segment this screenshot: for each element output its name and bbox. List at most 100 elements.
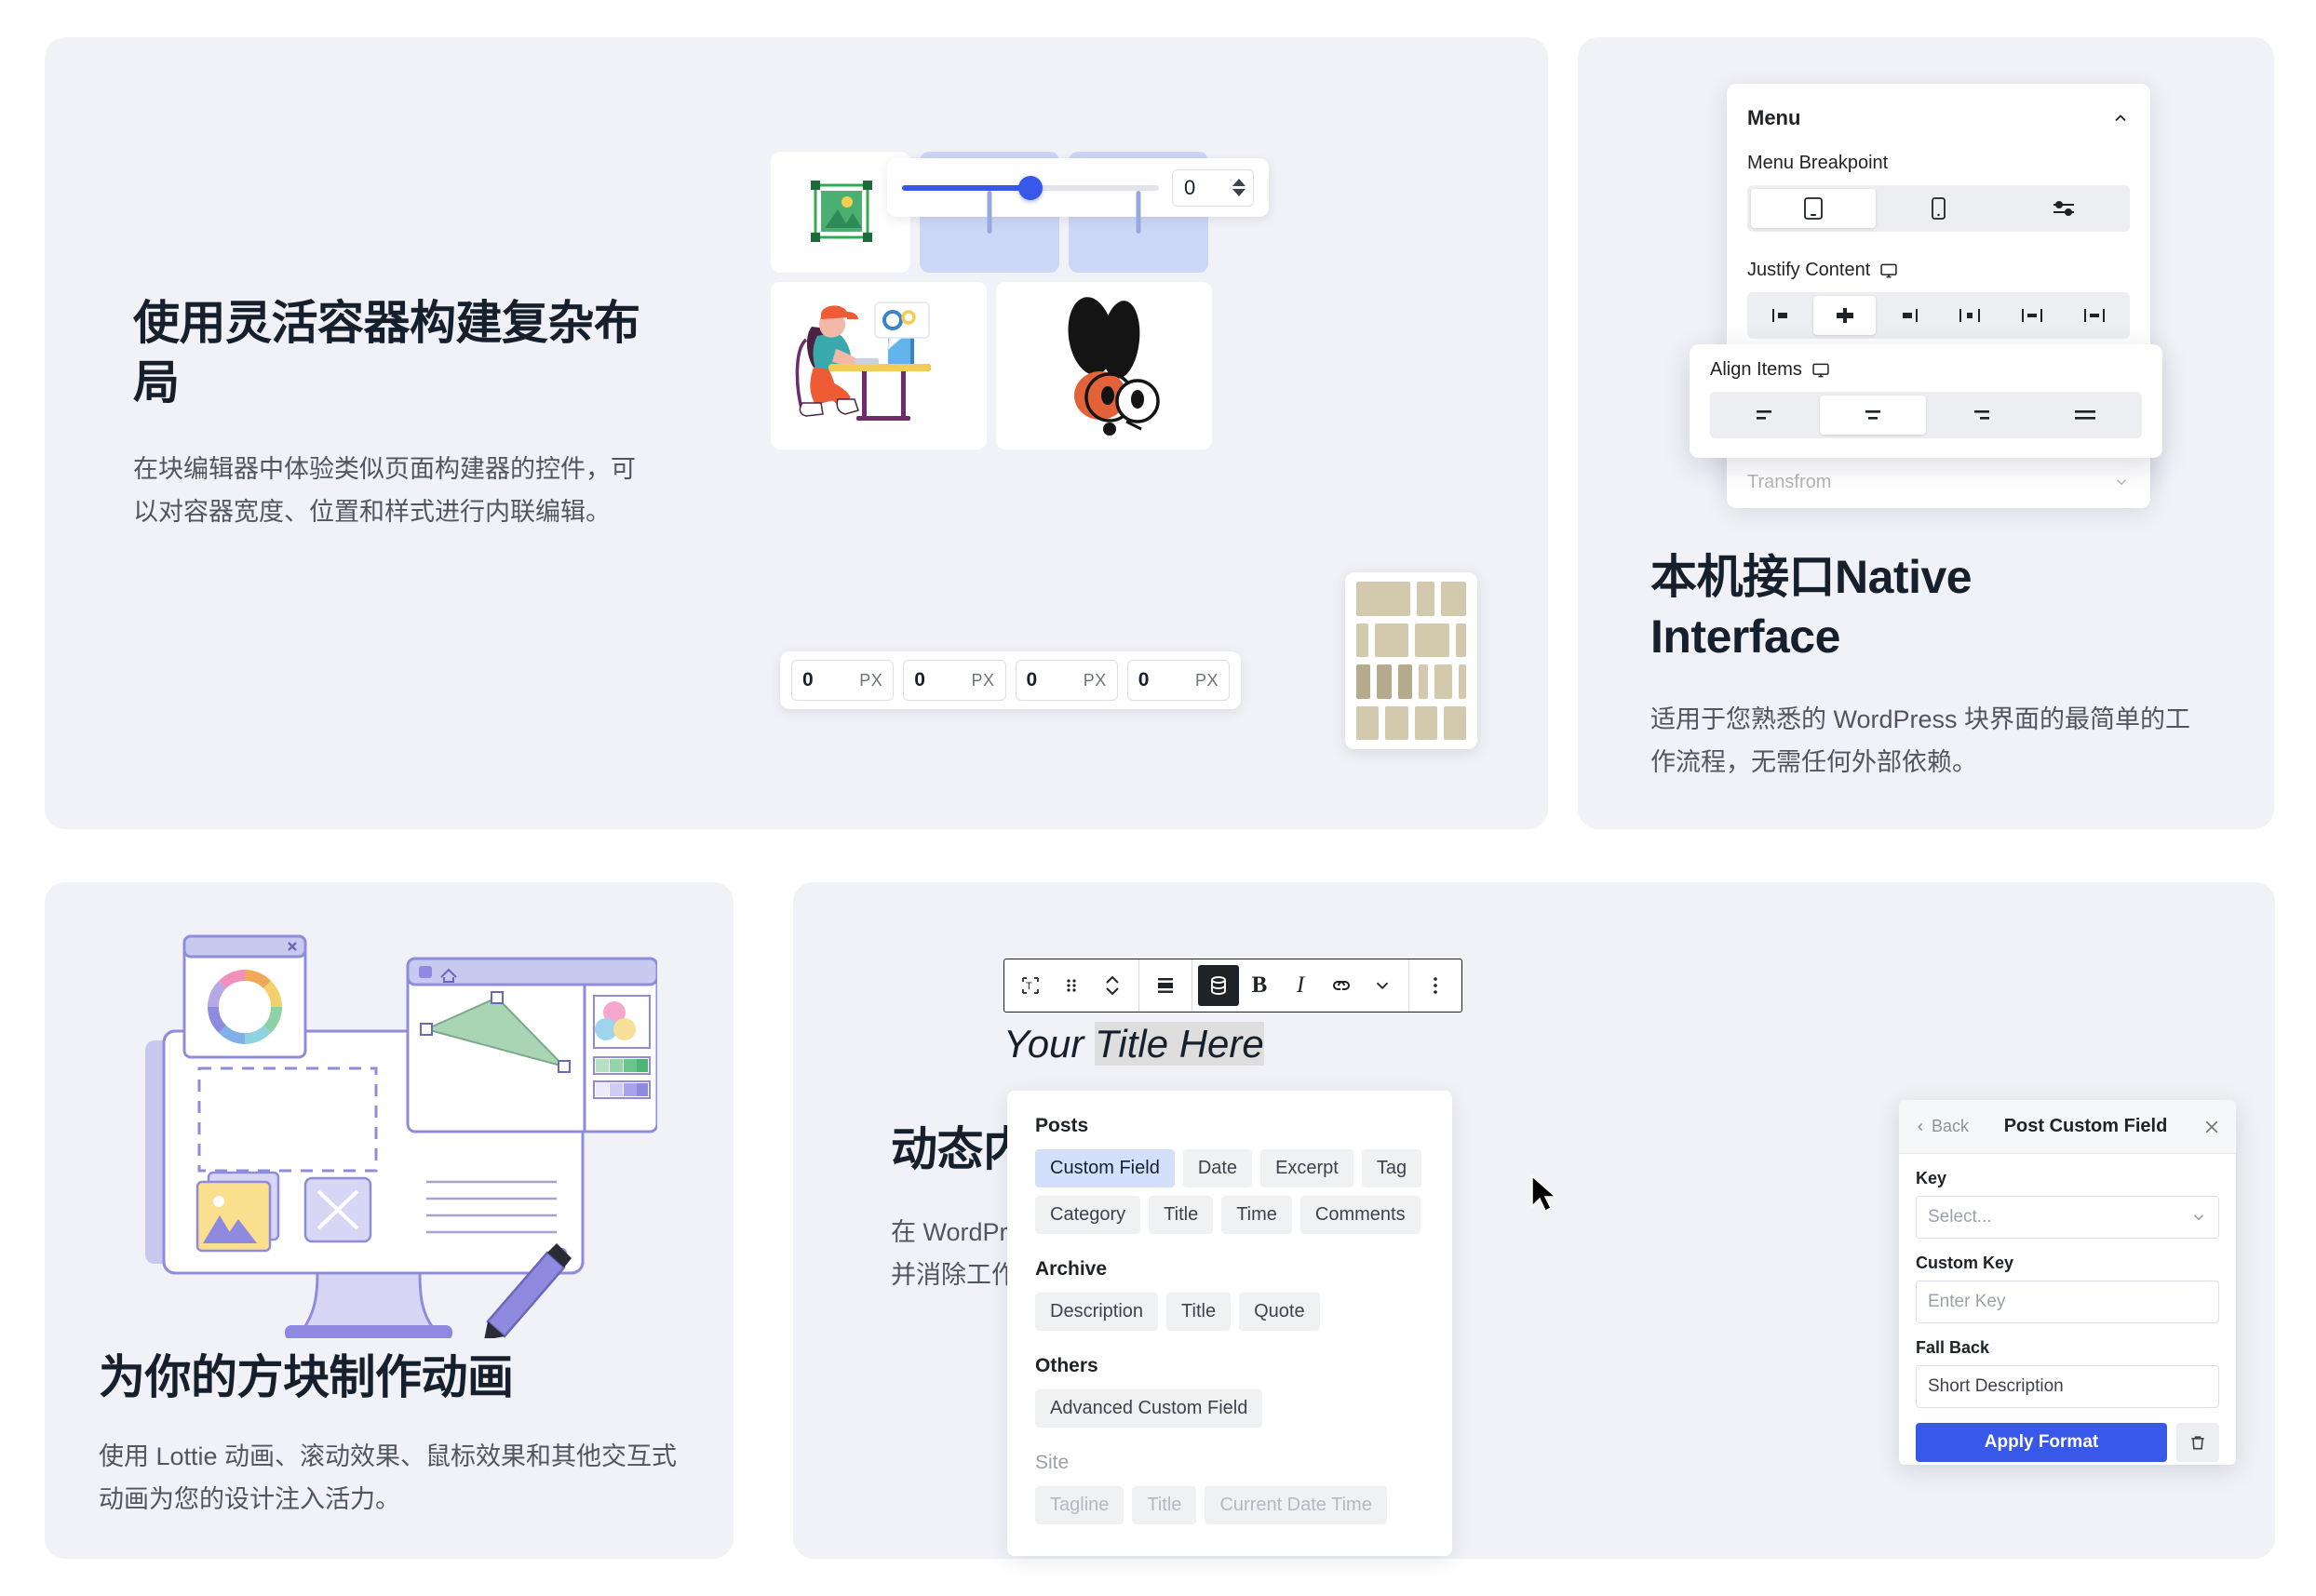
native-title-line-1: 本机接口Native [1650,551,1973,603]
stepper-down-icon[interactable] [1232,189,1246,196]
chip-advanced-custom-field[interactable]: Advanced Custom Field [1035,1389,1263,1428]
chip-row-others: Advanced Custom Field [1035,1389,1424,1428]
justify-content-text: Justify Content [1747,260,1871,280]
link-icon[interactable] [1321,965,1362,1006]
feature-grid-page: 使用灵活容器构建复杂布局 在块编辑器中体验类似页面构建器的控件，可以对容器宽度、… [0,0,2316,1596]
spacing-input-right[interactable]: 0 PX [903,660,1006,701]
chip-time[interactable]: Time [1221,1196,1292,1234]
spacing-input-top[interactable]: 0 PX [791,660,895,701]
spacing-input-bottom[interactable]: 0 PX [1015,660,1118,701]
chip-quote[interactable]: Quote [1239,1293,1320,1331]
panel-title: Post Custom Field [2003,1116,2168,1136]
spacing-inputs-row: 0 PX 0 PX 0 PX 0 PX [780,651,1241,709]
align-option-end[interactable] [1926,396,2032,435]
breakpoint-option-mobile[interactable] [1876,189,2000,228]
grid-cell [1414,705,1437,740]
transform-row[interactable]: Transfrom [1727,456,2150,508]
align-items-text: Align Items [1710,359,1802,380]
justify-option-start[interactable] [1751,296,1813,335]
post-custom-field-header: Back Post Custom Field [1899,1100,2236,1154]
database-glyph [1211,976,1226,995]
grid-cell [1356,582,1410,616]
close-icon[interactable] [2202,1118,2221,1136]
align-option-start[interactable] [1714,396,1820,435]
tile-person-illustration[interactable] [771,282,987,449]
spacing-unit-bottom: PX [1083,670,1107,690]
custom-key-input[interactable]: Enter Key [1916,1281,2219,1323]
breakpoint-option-custom[interactable] [2001,189,2126,228]
trash-icon[interactable] [2176,1423,2219,1462]
fall-back-input[interactable]: Short Description [1916,1365,2219,1408]
space-between-icon [1959,309,1981,322]
bold-glyph: B [1251,972,1268,998]
justify-content-label: Justify Content [1727,260,2150,281]
align-icon[interactable] [1145,965,1186,1006]
slider-track[interactable] [902,175,1159,200]
key-select[interactable]: Select... [1916,1196,2219,1239]
post-custom-field-panel: Back Post Custom Field Key Select... Cus… [1899,1100,2236,1465]
spacing-unit-top: PX [859,670,883,690]
slider-thumb[interactable] [1018,175,1043,200]
menu-breakpoint-label: Menu Breakpoint [1727,153,2150,174]
align-stretch-icon [2075,410,2095,420]
menu-panel-header[interactable]: Menu [1727,106,2150,130]
toolbar-group-format: B I [1192,959,1408,1012]
apply-format-button[interactable]: Apply Format [1916,1423,2167,1462]
breakpoint-option-tablet[interactable] [1751,189,1877,228]
chip-excerpt[interactable]: Excerpt [1260,1149,1353,1187]
back-button[interactable]: Back [1914,1117,1969,1136]
key-value: Select... [1928,1207,1992,1227]
chevron-down-glyph [1376,982,1389,990]
justify-option-space-between[interactable] [1939,296,2001,335]
space-evenly-icon [2084,309,2106,322]
move-updown-icon[interactable] [1092,965,1133,1006]
chip-tagline[interactable]: Tagline [1035,1486,1124,1524]
layout-grid-thumbnail[interactable] [1345,572,1477,749]
grid-cell [1443,705,1466,740]
justify-option-space-evenly[interactable] [2064,296,2126,335]
chip-current-date-time[interactable]: Current Date Time [1205,1486,1387,1524]
more-options-icon[interactable] [1415,965,1456,1006]
justify-option-center[interactable] [1813,296,1877,335]
chip-category[interactable]: Category [1035,1196,1141,1234]
slider-number-input[interactable]: 0 [1172,168,1254,207]
width-slider-control[interactable]: 0 [887,158,1269,217]
chip-description[interactable]: Description [1035,1293,1159,1331]
grid-row [1356,705,1466,740]
chip-comments[interactable]: Comments [1299,1196,1421,1234]
chevron-down-icon [2116,479,2127,486]
flex-text-column: 使用灵活容器构建复杂布局 在块编辑器中体验类似页面构建器的控件，可以对容器宽度、… [133,293,673,534]
bold-icon[interactable]: B [1239,965,1280,1006]
transform-block-icon[interactable]: T [1010,965,1051,1006]
spacing-input-left[interactable]: 0 PX [1126,660,1230,701]
menu-breakpoint-text: Menu Breakpoint [1747,153,1889,173]
chip-archive-title[interactable]: Title [1166,1293,1232,1331]
chip-date[interactable]: Date [1182,1149,1253,1187]
number-stepper[interactable] [1232,179,1246,196]
justify-option-end[interactable] [1876,296,1938,335]
tile-eyes-illustration[interactable] [996,282,1212,449]
chevron-down-icon[interactable] [1362,965,1403,1006]
chip-title[interactable]: Title [1149,1196,1214,1234]
align-start-icon [1757,410,1771,420]
chip-tag[interactable]: Tag [1361,1149,1422,1187]
chip-custom-field[interactable]: Custom Field [1035,1149,1175,1187]
chevron-down-icon [2193,1214,2204,1221]
dynamic-data-icon[interactable] [1198,965,1239,1006]
justify-content-segmented [1747,292,2130,339]
drag-handle-icon[interactable] [1051,965,1092,1006]
fall-back-value: Short Description [1928,1376,2064,1396]
chip-site-title[interactable]: Title [1132,1486,1197,1524]
chevron-up-icon[interactable] [2111,109,2130,127]
flex-card-title: 使用灵活容器构建复杂布局 [133,297,640,409]
align-option-center[interactable] [1820,396,1926,435]
toolbar-group-align [1139,959,1192,1012]
italic-glyph: I [1296,972,1305,998]
link-glyph [1333,981,1350,990]
align-option-stretch[interactable] [2032,396,2138,435]
stepper-up-icon[interactable] [1232,179,1246,186]
transform-select[interactable]: Transfrom [1747,464,2130,500]
italic-icon[interactable]: I [1280,965,1321,1006]
editor-title-text[interactable]: Your Title Here [1003,1022,1264,1066]
justify-option-space-around[interactable] [2001,296,2064,335]
